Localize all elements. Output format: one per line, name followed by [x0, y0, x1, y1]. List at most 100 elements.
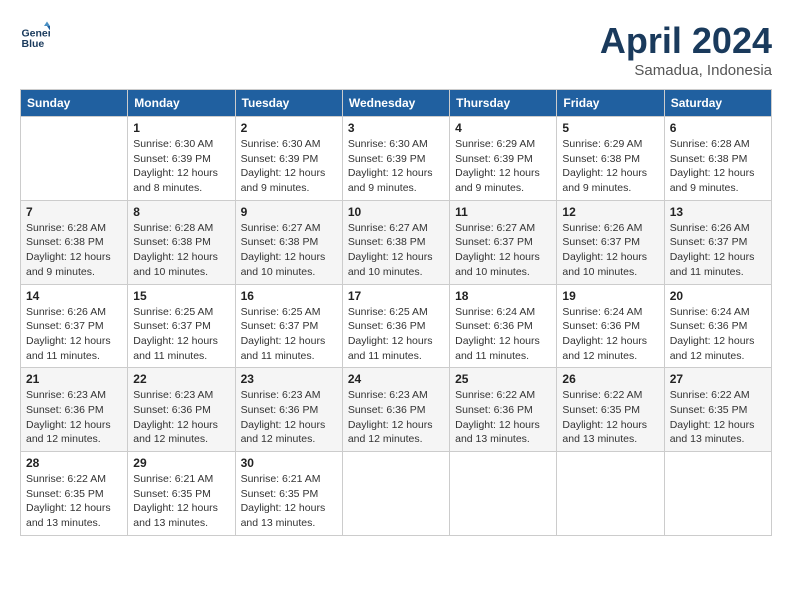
- weekday-header-thursday: Thursday: [450, 90, 557, 117]
- day-number: 26: [562, 372, 658, 386]
- day-info: Sunrise: 6:24 AMSunset: 6:36 PMDaylight:…: [670, 305, 766, 364]
- day-info: Sunrise: 6:27 AMSunset: 6:38 PMDaylight:…: [241, 221, 337, 280]
- day-info: Sunrise: 6:27 AMSunset: 6:37 PMDaylight:…: [455, 221, 551, 280]
- day-number: 2: [241, 121, 337, 135]
- day-number: 16: [241, 289, 337, 303]
- calendar-cell: 21 Sunrise: 6:23 AMSunset: 6:36 PMDayligh…: [21, 368, 128, 452]
- day-info: Sunrise: 6:23 AMSunset: 6:36 PMDaylight:…: [348, 388, 444, 447]
- day-number: 18: [455, 289, 551, 303]
- day-number: 7: [26, 205, 122, 219]
- calendar-cell: 9 Sunrise: 6:27 AMSunset: 6:38 PMDaylight…: [235, 200, 342, 284]
- calendar-cell: 30 Sunrise: 6:21 AMSunset: 6:35 PMDayligh…: [235, 452, 342, 536]
- calendar-cell: [664, 452, 771, 536]
- calendar-cell: 29Sunrise: 6:21 AMSunset: 6:35 PMDayligh…: [128, 452, 235, 536]
- week-row-1: 1 Sunrise: 6:30 AMSunset: 6:39 PMDaylight…: [21, 117, 772, 201]
- day-number: 29: [133, 456, 229, 470]
- day-number: 20: [670, 289, 766, 303]
- weekday-header-sunday: Sunday: [21, 90, 128, 117]
- day-number: 9: [241, 205, 337, 219]
- calendar-cell: 11 Sunrise: 6:27 AMSunset: 6:37 PMDayligh…: [450, 200, 557, 284]
- calendar-cell: 12 Sunrise: 6:26 AMSunset: 6:37 PMDayligh…: [557, 200, 664, 284]
- calendar-cell: [342, 452, 449, 536]
- calendar-cell: 26 Sunrise: 6:22 AMSunset: 6:35 PMDayligh…: [557, 368, 664, 452]
- day-info: Sunrise: 6:24 AMSunset: 6:36 PMDaylight:…: [562, 305, 658, 364]
- svg-text:Blue: Blue: [22, 38, 45, 50]
- calendar-cell: 2 Sunrise: 6:30 AMSunset: 6:39 PMDaylight…: [235, 117, 342, 201]
- calendar-cell: 8Sunrise: 6:28 AMSunset: 6:38 PMDaylight…: [128, 200, 235, 284]
- day-number: 5: [562, 121, 658, 135]
- header-row: SundayMondayTuesdayWednesdayThursdayFrid…: [21, 90, 772, 117]
- day-number: 12: [562, 205, 658, 219]
- day-info: Sunrise: 6:28 AMSunset: 6:38 PMDaylight:…: [670, 137, 766, 196]
- title-block: April 2024 Samadua, Indonesia: [600, 20, 772, 79]
- day-number: 1: [133, 121, 229, 135]
- calendar-cell: 6Sunrise: 6:28 AMSunset: 6:38 PMDaylight…: [664, 117, 771, 201]
- day-info: Sunrise: 6:29 AMSunset: 6:39 PMDaylight:…: [455, 137, 551, 196]
- calendar-cell: 19 Sunrise: 6:24 AMSunset: 6:36 PMDayligh…: [557, 284, 664, 368]
- day-number: 22: [133, 372, 229, 386]
- day-info: Sunrise: 6:24 AMSunset: 6:36 PMDaylight:…: [455, 305, 551, 364]
- day-info: Sunrise: 6:22 AMSunset: 6:35 PMDaylight:…: [670, 388, 766, 447]
- day-number: 17: [348, 289, 444, 303]
- calendar-cell: 3 Sunrise: 6:30 AMSunset: 6:39 PMDaylight…: [342, 117, 449, 201]
- calendar-cell: 15Sunrise: 6:25 AMSunset: 6:37 PMDayligh…: [128, 284, 235, 368]
- calendar-cell: 10 Sunrise: 6:27 AMSunset: 6:38 PMDayligh…: [342, 200, 449, 284]
- day-info: Sunrise: 6:26 AMSunset: 6:37 PMDaylight:…: [670, 221, 766, 280]
- day-info: Sunrise: 6:22 AMSunset: 6:35 PMDaylight:…: [26, 472, 122, 531]
- day-info: Sunrise: 6:25 AMSunset: 6:37 PMDaylight:…: [133, 305, 229, 364]
- calendar-table: SundayMondayTuesdayWednesdayThursdayFrid…: [20, 89, 772, 536]
- calendar-header: SundayMondayTuesdayWednesdayThursdayFrid…: [21, 90, 772, 117]
- calendar-cell: 14Sunrise: 6:26 AMSunset: 6:37 PMDayligh…: [21, 284, 128, 368]
- week-row-4: 21 Sunrise: 6:23 AMSunset: 6:36 PMDayligh…: [21, 368, 772, 452]
- day-number: 24: [348, 372, 444, 386]
- day-info: Sunrise: 6:26 AMSunset: 6:37 PMDaylight:…: [562, 221, 658, 280]
- calendar-cell: 4 Sunrise: 6:29 AMSunset: 6:39 PMDaylight…: [450, 117, 557, 201]
- day-number: 13: [670, 205, 766, 219]
- calendar-cell: 22 Sunrise: 6:23 AMSunset: 6:36 PMDayligh…: [128, 368, 235, 452]
- location-subtitle: Samadua, Indonesia: [600, 62, 772, 79]
- day-number: 10: [348, 205, 444, 219]
- day-number: 4: [455, 121, 551, 135]
- calendar-body: 1 Sunrise: 6:30 AMSunset: 6:39 PMDaylight…: [21, 117, 772, 536]
- day-number: 30: [241, 456, 337, 470]
- day-info: Sunrise: 6:23 AMSunset: 6:36 PMDaylight:…: [133, 388, 229, 447]
- day-number: 19: [562, 289, 658, 303]
- page-header: General Blue April 2024 Samadua, Indones…: [20, 20, 772, 79]
- calendar-cell: 13 Sunrise: 6:26 AMSunset: 6:37 PMDayligh…: [664, 200, 771, 284]
- calendar-cell: 16Sunrise: 6:25 AMSunset: 6:37 PMDayligh…: [235, 284, 342, 368]
- calendar-cell: 27 Sunrise: 6:22 AMSunset: 6:35 PMDayligh…: [664, 368, 771, 452]
- day-info: Sunrise: 6:22 AMSunset: 6:35 PMDaylight:…: [562, 388, 658, 447]
- day-number: 25: [455, 372, 551, 386]
- calendar-cell: 7 Sunrise: 6:28 AMSunset: 6:38 PMDaylight…: [21, 200, 128, 284]
- day-number: 21: [26, 372, 122, 386]
- day-info: Sunrise: 6:23 AMSunset: 6:36 PMDaylight:…: [26, 388, 122, 447]
- day-info: Sunrise: 6:22 AMSunset: 6:36 PMDaylight:…: [455, 388, 551, 447]
- day-number: 8: [133, 205, 229, 219]
- day-number: 27: [670, 372, 766, 386]
- day-info: Sunrise: 6:28 AMSunset: 6:38 PMDaylight:…: [26, 221, 122, 280]
- day-number: 11: [455, 205, 551, 219]
- day-info: Sunrise: 6:25 AMSunset: 6:36 PMDaylight:…: [348, 305, 444, 364]
- day-info: Sunrise: 6:27 AMSunset: 6:38 PMDaylight:…: [348, 221, 444, 280]
- calendar-cell: 23Sunrise: 6:23 AMSunset: 6:36 PMDayligh…: [235, 368, 342, 452]
- calendar-cell: 17 Sunrise: 6:25 AMSunset: 6:36 PMDayligh…: [342, 284, 449, 368]
- calendar-cell: 18 Sunrise: 6:24 AMSunset: 6:36 PMDayligh…: [450, 284, 557, 368]
- week-row-2: 7 Sunrise: 6:28 AMSunset: 6:38 PMDaylight…: [21, 200, 772, 284]
- weekday-header-tuesday: Tuesday: [235, 90, 342, 117]
- weekday-header-friday: Friday: [557, 90, 664, 117]
- day-info: Sunrise: 6:30 AMSunset: 6:39 PMDaylight:…: [348, 137, 444, 196]
- weekday-header-monday: Monday: [128, 90, 235, 117]
- day-number: 3: [348, 121, 444, 135]
- day-number: 28: [26, 456, 122, 470]
- day-info: Sunrise: 6:29 AMSunset: 6:38 PMDaylight:…: [562, 137, 658, 196]
- calendar-cell: 5 Sunrise: 6:29 AMSunset: 6:38 PMDaylight…: [557, 117, 664, 201]
- day-info: Sunrise: 6:21 AMSunset: 6:35 PMDaylight:…: [241, 472, 337, 531]
- month-title: April 2024: [600, 20, 772, 62]
- day-info: Sunrise: 6:30 AMSunset: 6:39 PMDaylight:…: [241, 137, 337, 196]
- logo: General Blue: [20, 20, 50, 50]
- calendar-cell: 28 Sunrise: 6:22 AMSunset: 6:35 PMDayligh…: [21, 452, 128, 536]
- logo-icon: General Blue: [20, 20, 50, 50]
- calendar-cell: [21, 117, 128, 201]
- week-row-3: 14Sunrise: 6:26 AMSunset: 6:37 PMDayligh…: [21, 284, 772, 368]
- weekday-header-saturday: Saturday: [664, 90, 771, 117]
